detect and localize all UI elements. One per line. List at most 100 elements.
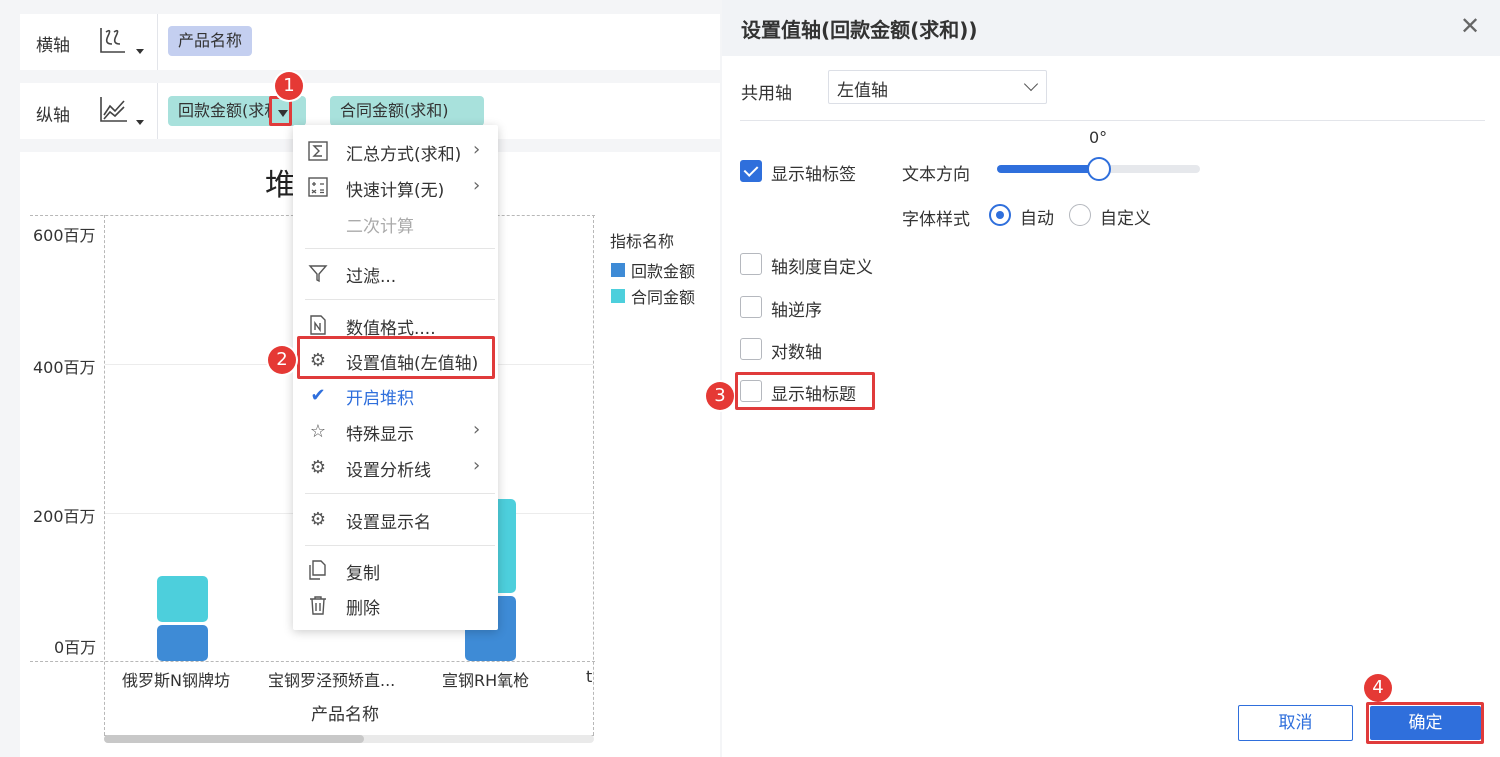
- menu-item-label: 开启堆积: [346, 389, 414, 409]
- menu-item-label: 二次计算: [346, 217, 414, 237]
- plot-border: [104, 215, 105, 735]
- text-direction-value: 0°: [1089, 128, 1108, 147]
- bar-contract[interactable]: [156, 575, 208, 623]
- custom-scale-label: 轴刻度自定义: [771, 258, 873, 278]
- step-badge: 3: [706, 382, 734, 410]
- copy-icon: [307, 559, 329, 581]
- confirm-button[interactable]: 确定: [1370, 706, 1481, 740]
- font-style-auto-label: 自动: [1020, 209, 1054, 229]
- chevron-right-icon: ›: [473, 139, 481, 160]
- menu-item-display-name[interactable]: ⚙ 设置显示名: [293, 502, 498, 536]
- menu-separator: [305, 545, 495, 546]
- x-tick-label: t: [586, 667, 593, 686]
- font-style-custom-radio[interactable]: [1069, 204, 1091, 226]
- step-badge: 2: [268, 346, 296, 374]
- menu-item-enable-stack[interactable]: ✔ 开启堆积: [293, 378, 498, 412]
- chevron-right-icon: ›: [473, 455, 481, 476]
- close-icon[interactable]: ✕: [1460, 12, 1480, 40]
- step-badge: 1: [275, 72, 303, 100]
- reverse-axis-label: 轴逆序: [771, 301, 822, 321]
- font-style-auto-radio[interactable]: [989, 204, 1011, 226]
- log-axis-checkbox[interactable]: [740, 338, 762, 360]
- text-direction-label: 文本方向: [902, 165, 970, 185]
- menu-separator: [305, 299, 495, 300]
- menu-item-label: 过滤...: [346, 267, 397, 287]
- menu-item-delete[interactable]: 删除: [293, 588, 498, 622]
- chart-scrollbar-thumb[interactable]: [104, 735, 364, 743]
- bar-chart-icon[interactable]: [98, 26, 128, 56]
- legend-swatch: [611, 289, 625, 303]
- show-axis-labels-checkbox[interactable]: [740, 160, 762, 182]
- log-axis-label: 对数轴: [771, 343, 822, 363]
- cancel-button[interactable]: 取消: [1238, 705, 1353, 741]
- menu-item-label: 复制: [346, 564, 380, 584]
- chevron-right-icon: ›: [473, 175, 481, 196]
- reverse-axis-checkbox[interactable]: [740, 296, 762, 318]
- menu-item-special-display[interactable]: ☆ 特殊显示 ›: [293, 414, 498, 448]
- x-axis-title: 产品名称: [311, 705, 379, 725]
- menu-item-copy[interactable]: 复制: [293, 553, 498, 587]
- menu-item-label: 设置分析线: [346, 461, 431, 481]
- slider-handle[interactable]: [1086, 157, 1111, 181]
- chevron-down-icon: [1023, 76, 1039, 92]
- divider: [740, 120, 1485, 121]
- line-chart-icon[interactable]: [98, 95, 128, 125]
- highlight-box: [297, 336, 495, 379]
- legend-item[interactable]: 回款金额: [631, 258, 695, 282]
- highlight-box: [735, 372, 875, 410]
- plot-border: [593, 215, 594, 735]
- check-icon: ✔: [310, 384, 326, 406]
- legend-swatch: [611, 263, 625, 277]
- shared-axis-select[interactable]: 左值轴: [828, 70, 1047, 104]
- legend-item[interactable]: 合同金额: [631, 284, 695, 308]
- menu-item-label: 特殊显示: [346, 425, 414, 445]
- shared-axis-label: 共用轴: [741, 84, 792, 104]
- chevron-down-icon[interactable]: [136, 49, 144, 54]
- calculator-icon: [307, 176, 329, 198]
- show-axis-labels-label: 显示轴标签: [771, 165, 856, 185]
- x-tick-label: 宣钢RH氧枪: [442, 671, 530, 690]
- filter-icon: [307, 262, 329, 284]
- font-style-custom-label: 自定义: [1100, 209, 1151, 229]
- x-tick-label: 宝钢罗泾预矫直...: [268, 671, 396, 690]
- plot-border: [30, 661, 595, 662]
- y-tick-label: 400百万: [33, 358, 96, 377]
- sum-icon: [307, 140, 329, 162]
- chevron-right-icon: ›: [473, 419, 481, 440]
- y-tick-label: 600百万: [33, 226, 96, 245]
- divider: [157, 83, 158, 139]
- dialog-title: 设置值轴(回款金额(求和)): [741, 18, 978, 42]
- divider: [157, 14, 158, 70]
- y-field-pill-contract[interactable]: 合同金额(求和): [330, 96, 484, 126]
- bar-payment[interactable]: [156, 625, 208, 661]
- font-style-label: 字体样式: [902, 210, 970, 230]
- menu-item-aggregation[interactable]: 汇总方式(求和) ›: [293, 134, 498, 168]
- shared-axis-value: 左值轴: [837, 81, 888, 101]
- menu-separator: [305, 493, 495, 494]
- star-icon: ☆: [309, 420, 327, 442]
- menu-item-label: 删除: [346, 599, 380, 619]
- caret-down-icon: [278, 110, 288, 117]
- chart-title: 堆: [265, 168, 295, 203]
- x-axis-row: 横轴 产品名称: [20, 14, 720, 70]
- custom-scale-checkbox[interactable]: [740, 253, 762, 275]
- menu-item-label: 设置显示名: [346, 513, 431, 533]
- field-dropdown-button[interactable]: [269, 96, 292, 126]
- legend-title: 指标名称: [610, 232, 675, 251]
- x-tick-label: 俄罗斯N钢牌坊: [122, 671, 230, 690]
- number-format-icon: [307, 314, 329, 336]
- menu-item-label: 汇总方式(求和): [346, 145, 462, 165]
- y-tick-label: 0百万: [54, 638, 97, 657]
- trash-icon: [307, 594, 329, 616]
- step-badge: 4: [1364, 674, 1392, 702]
- menu-item-secondary-calc: 二次计算: [293, 206, 498, 240]
- menu-item-filter[interactable]: 过滤...: [293, 256, 498, 290]
- x-field-pill[interactable]: 产品名称: [168, 26, 253, 56]
- y-tick-label: 200百万: [33, 507, 96, 526]
- menu-separator: [305, 248, 495, 249]
- menu-item-analysis-line[interactable]: ⚙ 设置分析线 ›: [293, 450, 498, 484]
- slider-fill: [997, 165, 1099, 173]
- chevron-down-icon[interactable]: [136, 120, 144, 125]
- y-axis-label: 纵轴: [36, 106, 70, 126]
- menu-item-quick-calc[interactable]: 快速计算(无) ›: [293, 170, 498, 204]
